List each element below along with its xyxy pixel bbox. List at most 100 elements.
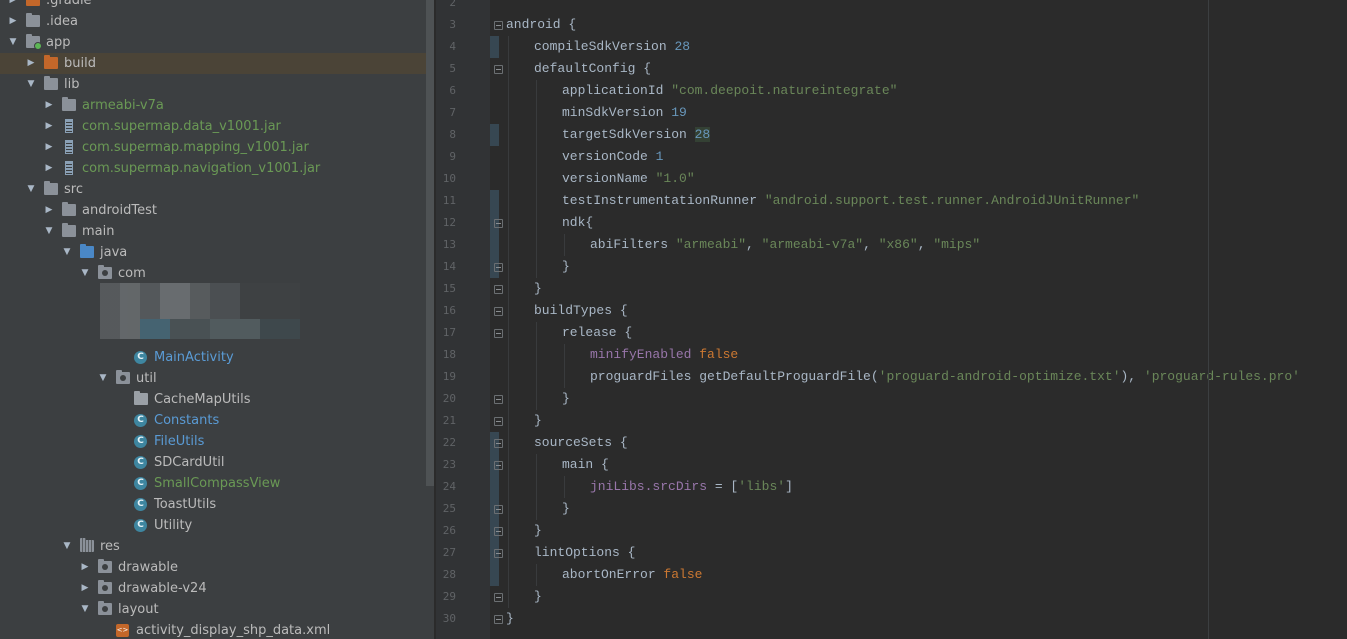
fold-toggle-icon[interactable] [494,593,503,602]
tree-item[interactable]: ▼ res [0,536,434,557]
tree-item[interactable]: <> activity_display_shp_data.xml [0,620,434,639]
code-line[interactable]: main { [562,454,609,476]
tree-item-label: src [64,182,83,197]
fold-toggle-icon[interactable] [494,65,503,74]
code-line[interactable]: targetSdkVersion 28 [562,124,711,146]
tree-item[interactable]: C MainActivity [0,347,434,368]
chevron-down-icon[interactable]: ▼ [79,263,91,284]
chevron-down-icon[interactable]: ▼ [61,536,73,557]
line-number: 24 [442,480,456,493]
package-icon [98,559,112,573]
tree-item[interactable]: ▼ layout [0,599,434,620]
tree-item[interactable]: ▶ drawable [0,557,434,578]
chevron-down-icon[interactable]: ▼ [25,74,37,95]
fold-toggle-icon[interactable] [494,263,503,272]
code-line[interactable]: release { [562,322,632,344]
tree-item[interactable]: C SmallCompassView [0,473,434,494]
fold-toggle-icon[interactable] [494,329,503,338]
tree-item[interactable]: ▼ app [0,32,434,53]
chevron-right-icon[interactable]: ▶ [43,95,55,116]
project-tree-scrollbar[interactable] [426,0,434,486]
fold-toggle-icon[interactable] [494,307,503,316]
code-line[interactable]: applicationId "com.deepoit.natureintegra… [562,80,897,102]
fold-toggle-icon[interactable] [494,615,503,624]
tree-item[interactable]: ▶ com.supermap.data_v1001.jar [0,116,434,137]
tree-item[interactable]: ▶ .idea [0,11,434,32]
code-line[interactable]: defaultConfig { [534,58,651,80]
code-line[interactable]: } [534,410,542,432]
tree-item[interactable]: ▶ build [0,53,434,74]
code-line[interactable]: testInstrumentationRunner "android.suppo… [562,190,1139,212]
folder-icon [44,76,58,90]
code-line[interactable]: compileSdkVersion 28 [534,36,690,58]
code-line[interactable]: } [562,498,570,520]
code-line[interactable]: minifyEnabled false [590,344,738,366]
chevron-right-icon[interactable]: ▶ [7,11,19,32]
code-line[interactable]: versionCode 1 [562,146,663,168]
chevron-right-icon[interactable]: ▶ [79,578,91,599]
tree-item[interactable]: C SDCardUtil [0,452,434,473]
fold-toggle-icon[interactable] [494,21,503,30]
code-line[interactable]: ndk{ [562,212,593,234]
tree-item[interactable]: ▶ com.supermap.mapping_v1001.jar [0,137,434,158]
code-line[interactable]: } [534,586,542,608]
code-editor[interactable]: android {compileSdkVersion 28 defaultConf… [490,0,1347,639]
chevron-right-icon[interactable]: ▶ [43,200,55,221]
code-line[interactable]: } [562,388,570,410]
chevron-down-icon[interactable]: ▼ [7,32,19,53]
tree-item[interactable]: ▼ lib [0,74,434,95]
chevron-right-icon[interactable]: ▶ [25,53,37,74]
fold-toggle-icon[interactable] [494,527,503,536]
tree-item[interactable]: ▼ main [0,221,434,242]
tree-item[interactable]: ▼ src [0,179,434,200]
tree-item[interactable]: ▶ com.supermap.navigation_v1001.jar [0,158,434,179]
code-line[interactable]: versionName "1.0" [562,168,695,190]
tree-item[interactable]: CacheMapUtils [0,389,434,410]
fold-toggle-icon[interactable] [494,285,503,294]
code-line[interactable]: } [506,608,514,630]
chevron-down-icon[interactable]: ▼ [25,179,37,200]
tree-item[interactable]: ▶ drawable-v24 [0,578,434,599]
tree-item[interactable]: C Constants [0,410,434,431]
tree-item[interactable]: ▶ armeabi-v7a [0,95,434,116]
tree-item[interactable]: ▶ androidTest [0,200,434,221]
fold-toggle-icon[interactable] [494,219,503,228]
chevron-right-icon[interactable]: ▶ [43,137,55,158]
tree-item[interactable]: ▼ com [0,263,434,284]
code-line[interactable]: minSdkVersion 19 [562,102,687,124]
chevron-right-icon[interactable]: ▶ [43,116,55,137]
chevron-right-icon[interactable]: ▶ [7,0,19,11]
fold-toggle-icon[interactable] [494,505,503,514]
code-line[interactable]: lintOptions { [534,542,635,564]
chevron-down-icon[interactable]: ▼ [79,599,91,620]
code-line[interactable]: android { [506,14,576,36]
chevron-right-icon[interactable]: ▶ [43,158,55,179]
code-line[interactable]: buildTypes { [534,300,628,322]
code-line[interactable]: abortOnError false [562,564,702,586]
code-line[interactable]: sourceSets { [534,432,628,454]
fold-toggle-icon[interactable] [494,461,503,470]
code-line[interactable]: proguardFiles getDefaultProguardFile('pr… [590,366,1300,388]
fold-toggle-icon[interactable] [494,417,503,426]
fold-toggle-icon[interactable] [494,395,503,404]
line-number: 7 [449,106,456,119]
tree-item[interactable]: ▶ .gradle [0,0,434,11]
tree-item[interactable]: ▼ util [0,368,434,389]
code-line[interactable]: } [534,278,542,300]
chevron-right-icon[interactable]: ▶ [79,557,91,578]
change-marker [490,124,499,146]
tree-item[interactable]: C FileUtils [0,431,434,452]
chevron-down-icon[interactable]: ▼ [97,368,109,389]
code-line[interactable]: abiFilters "armeabi", "armeabi-v7a", "x8… [590,234,980,256]
chevron-down-icon[interactable]: ▼ [43,221,55,242]
code-line[interactable]: } [562,256,570,278]
tree-item[interactable]: ▼ java [0,242,434,263]
code-line[interactable]: } [534,520,542,542]
change-marker [490,564,499,586]
tree-item[interactable]: C Utility [0,515,434,536]
tree-item[interactable]: C ToastUtils [0,494,434,515]
fold-toggle-icon[interactable] [494,549,503,558]
chevron-down-icon[interactable]: ▼ [61,242,73,263]
code-line[interactable]: jniLibs.srcDirs = ['libs'] [590,476,793,498]
fold-toggle-icon[interactable] [494,439,503,448]
